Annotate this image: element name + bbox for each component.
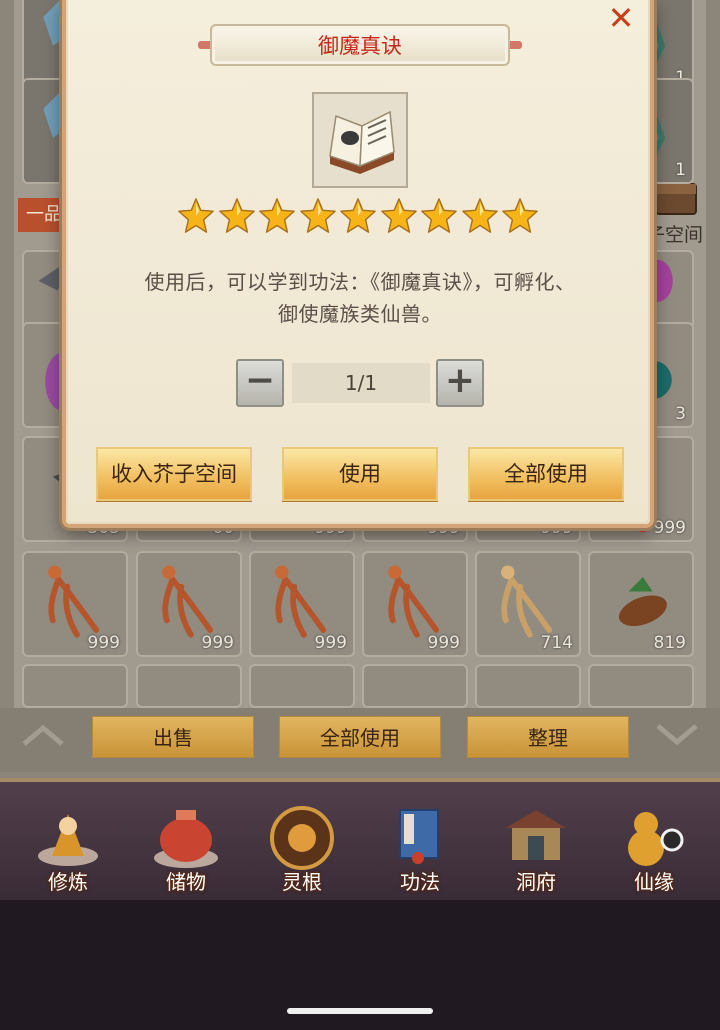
nav-storage[interactable]: 储物: [138, 800, 234, 896]
star-icon: [178, 198, 214, 233]
spirit-root-icon: [270, 806, 334, 870]
inventory-slot[interactable]: 999: [136, 551, 242, 657]
technique-book-icon: [399, 809, 439, 864]
use-button[interactable]: 使用: [282, 447, 438, 501]
inventory-slot[interactable]: [588, 664, 694, 708]
inventory-slot[interactable]: [136, 664, 242, 708]
nav-cave-mansion[interactable]: 洞府: [488, 800, 584, 896]
star-icon: [340, 198, 376, 233]
inventory-slot[interactable]: 819: [588, 551, 694, 657]
mustard-space-label: 子空间: [646, 224, 704, 246]
inventory-slot[interactable]: 999: [249, 551, 355, 657]
scroll-up-icon[interactable]: [20, 722, 66, 748]
use-all-dialog-button[interactable]: 全部使用: [468, 447, 624, 501]
store-to-space-button[interactable]: 收入芥子空间: [96, 447, 252, 501]
quantity-field[interactable]: 1/1: [292, 363, 430, 403]
dialog-title: 御魔真诀: [318, 34, 402, 58]
inventory-slot[interactable]: [249, 664, 355, 708]
decrease-button[interactable]: −: [236, 359, 284, 407]
fate-gourd-icon: [628, 812, 684, 866]
cave-mansion-icon: [506, 810, 566, 860]
scroll-down-icon[interactable]: [654, 722, 700, 748]
inventory-slot[interactable]: [362, 664, 468, 708]
nav-divider: [0, 778, 720, 782]
sell-button[interactable]: 出售: [92, 716, 254, 758]
item-icon-frame: [312, 92, 408, 188]
star-icon: [502, 198, 538, 233]
inventory-slot[interactable]: [475, 664, 581, 708]
star-icon: [299, 198, 336, 233]
storage-bag-icon: [154, 810, 218, 868]
star-icon: [218, 198, 255, 233]
inventory-slot[interactable]: [22, 664, 128, 708]
star-icon: [421, 198, 457, 233]
nav-spirit-root[interactable]: 灵根: [254, 800, 350, 896]
inventory-slot[interactable]: 999: [22, 551, 128, 657]
star-icon: [259, 198, 295, 233]
use-all-button[interactable]: 全部使用: [279, 716, 441, 758]
item-description: 使用后，可以学到功法：《御魔真诀》，可孵化、 御使魔族类仙兽。: [144, 270, 576, 326]
nav-immortal-fate[interactable]: 仙缘: [606, 800, 702, 896]
sort-button[interactable]: 整理: [467, 716, 629, 758]
cultivate-icon: [38, 814, 98, 866]
dialog-body: [66, 0, 650, 524]
home-indicator[interactable]: [287, 1008, 433, 1014]
star-icon: [461, 198, 498, 233]
inventory-slot[interactable]: 714: [475, 551, 581, 657]
nav-technique[interactable]: 功法: [372, 800, 468, 896]
star-icon: [380, 198, 417, 233]
technique-scroll-book-icon: [329, 110, 395, 174]
dialog-title-plate: 御魔真诀: [210, 24, 510, 66]
close-button[interactable]: ✕: [604, 2, 638, 36]
inventory-slot[interactable]: 999: [362, 551, 468, 657]
star-rating: [177, 197, 547, 237]
nav-cultivate[interactable]: 修炼: [20, 800, 116, 896]
quantity-stepper: − 1/1 +: [0, 356, 720, 408]
increase-button[interactable]: +: [436, 359, 484, 407]
